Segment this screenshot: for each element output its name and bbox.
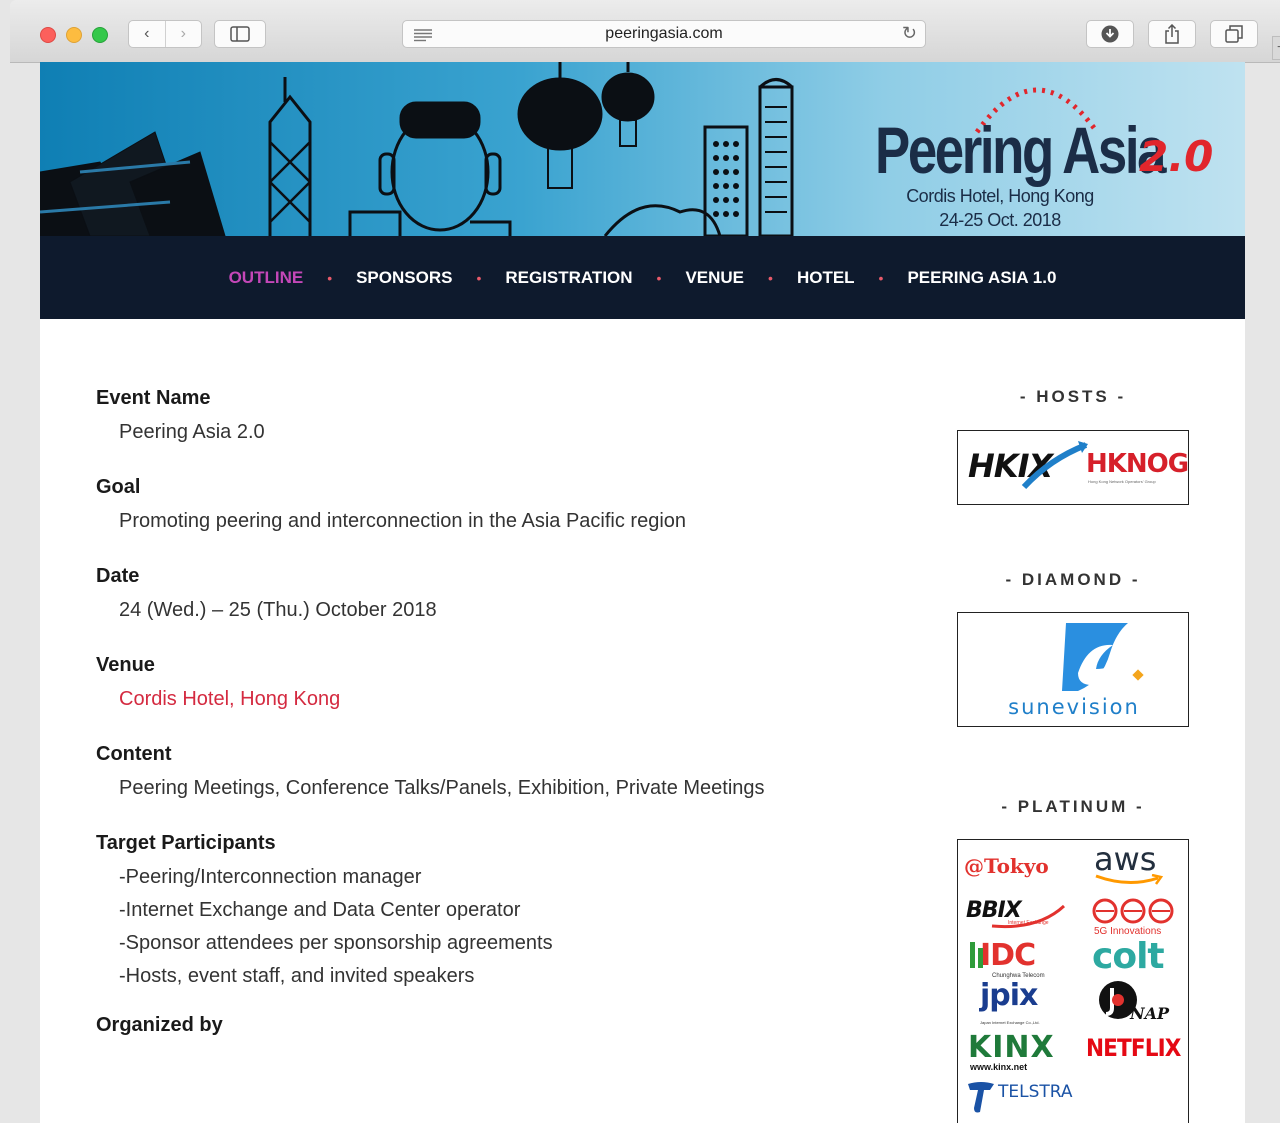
- hkix-swoosh-icon: [1021, 441, 1088, 490]
- address-bar[interactable]: peeringasia.com ↻: [402, 20, 926, 48]
- idc-bars-icon: [970, 942, 983, 968]
- nav-venue[interactable]: VENUE: [685, 268, 744, 288]
- sidebar-toggle-button[interactable]: [214, 20, 266, 48]
- tabs-icon: [1225, 25, 1243, 43]
- sponsor-logo-jpnap[interactable]: NAP: [1130, 1004, 1169, 1023]
- field-label: Goal: [96, 476, 141, 498]
- diamond-logo-box[interactable]: sunevision: [957, 612, 1189, 727]
- aws-smile-icon: [1095, 874, 1164, 885]
- event-name-field: Event Name Peering Asia 2.0: [96, 387, 896, 444]
- nav-outline[interactable]: OUTLINE: [229, 268, 304, 288]
- sponsor-sidebar: - HOSTS - HKIX HKNOG Hong Kong Network O…: [957, 387, 1189, 1123]
- download-icon: [1101, 25, 1119, 43]
- bbix-subtitle: Internet Exchange: [1008, 920, 1049, 926]
- field-label: Venue: [96, 654, 155, 676]
- forward-button[interactable]: ›: [164, 21, 202, 47]
- list-item: -Peering/Interconnection manager: [119, 866, 422, 888]
- 5g-innovations-mark-icon: [1092, 898, 1174, 924]
- hknog-subtitle: Hong Kong Network Operators' Group: [1088, 479, 1156, 484]
- goal-field: Goal Promoting peering and interconnecti…: [96, 476, 896, 533]
- field-value: 24 (Wed.) – 25 (Thu.) October 2018: [119, 599, 437, 621]
- outline-section: Event Name Peering Asia 2.0 Goal Promoti…: [96, 387, 896, 1069]
- kinx-subtitle: www.kinx.net: [970, 1062, 1028, 1072]
- field-value: Peering Meetings, Conference Talks/Panel…: [119, 777, 765, 799]
- field-label: Event Name: [96, 387, 211, 409]
- event-banner: Peering Asia 2.0 Cordis Hotel, Hong Kong…: [40, 62, 1245, 236]
- nav-peering-asia-1[interactable]: PEERING ASIA 1.0: [907, 268, 1056, 288]
- platinum-title: - PLATINUM -: [1001, 797, 1145, 816]
- nav-separator: •: [878, 269, 884, 286]
- platinum-logo-box[interactable]: @Tokyo aws BBIX Internet Exchange 5G Inn…: [957, 839, 1189, 1123]
- nav-separator: •: [656, 269, 662, 286]
- sunevision-logo: sunevision: [1008, 695, 1140, 719]
- tab-overview-button[interactable]: [1210, 20, 1258, 48]
- field-label: Organized by: [96, 1014, 223, 1036]
- nav-separator: •: [327, 269, 333, 286]
- sponsor-logo-attokyo[interactable]: @Tokyo: [964, 854, 1049, 878]
- field-value: Peering Asia 2.0: [119, 421, 265, 443]
- hknog-logo: HKNOG: [1086, 449, 1189, 479]
- chevron-left-icon: ‹: [144, 25, 150, 42]
- web-page: Peering Asia 2.0 Cordis Hotel, Hong Kong…: [40, 62, 1245, 1123]
- hong-kong-skyline-illustration: [40, 62, 794, 236]
- main-nav: OUTLINE • SPONSORS • REGISTRATION • VENU…: [40, 236, 1245, 319]
- share-button[interactable]: [1148, 20, 1196, 48]
- share-icon: [1165, 24, 1179, 44]
- venue-link[interactable]: Cordis Hotel, Hong Kong: [96, 687, 896, 711]
- participants-list: -Peering/Interconnection manager -Intern…: [96, 865, 896, 988]
- banner-date: 24-25 Oct. 2018: [939, 210, 1061, 230]
- new-tab-button[interactable]: +: [1272, 36, 1280, 60]
- sponsor-logo-idc[interactable]: IDC: [980, 938, 1036, 973]
- field-label: Content: [96, 743, 172, 765]
- hosts-title: - HOSTS -: [1019, 387, 1127, 406]
- sponsor-logo-netflix[interactable]: NETFLIX: [1086, 1034, 1181, 1062]
- browser-toolbar: ‹ › peeringasia.com ↻ +: [10, 0, 1280, 63]
- back-button[interactable]: ‹: [129, 21, 165, 47]
- close-window-button[interactable]: [40, 27, 56, 43]
- list-item: -Internet Exchange and Data Center opera…: [119, 899, 521, 921]
- banner-title: Peering Asia: [875, 113, 1167, 187]
- banner-version: 2.0: [1139, 132, 1214, 181]
- content-field: Content Peering Meetings, Conference Tal…: [96, 743, 896, 800]
- participants-field: Target Participants -Peering/Interconnec…: [96, 832, 896, 988]
- url-text: peeringasia.com: [605, 25, 723, 42]
- telstra-t-icon: [968, 1082, 994, 1113]
- zoom-window-button[interactable]: [92, 27, 108, 43]
- jpix-subtitle: Japan Internet Exchange Co.,Ltd.: [980, 1020, 1040, 1025]
- sponsor-logo-telstra[interactable]: TELSTRA: [998, 1082, 1073, 1102]
- organized-field: Organized by: [96, 1014, 896, 1037]
- date-field: Date 24 (Wed.) – 25 (Thu.) October 2018: [96, 565, 896, 622]
- reader-mode-icon[interactable]: [413, 28, 433, 42]
- venue-field: Venue Cordis Hotel, Hong Kong: [96, 654, 896, 711]
- sponsor-logo-jpix[interactable]: jpix: [980, 978, 1038, 1013]
- diamond-title: - DIAMOND -: [1005, 570, 1141, 589]
- minimize-window-button[interactable]: [66, 27, 82, 43]
- sidebar-icon: [230, 26, 250, 42]
- nav-separator: •: [476, 269, 482, 286]
- hosts-logo-box[interactable]: HKIX HKNOG Hong Kong Network Operators' …: [957, 430, 1189, 505]
- nav-separator: •: [768, 269, 773, 286]
- chevron-right-icon: ›: [180, 25, 186, 42]
- sunevision-mark-icon: [1062, 623, 1144, 691]
- nav-hotel[interactable]: HOTEL: [797, 268, 855, 288]
- reload-icon[interactable]: ↻: [902, 23, 917, 44]
- field-value: Promoting peering and interconnection in…: [119, 510, 687, 532]
- list-item: -Hosts, event staff, and invited speaker…: [119, 965, 475, 987]
- banner-venue: Cordis Hotel, Hong Kong: [906, 186, 1094, 206]
- field-label: Target Participants: [96, 832, 276, 854]
- nav-registration[interactable]: REGISTRATION: [505, 268, 632, 288]
- nav-sponsors[interactable]: SPONSORS: [356, 268, 452, 288]
- downloads-button[interactable]: [1086, 20, 1134, 48]
- field-label: Date: [96, 565, 140, 587]
- sponsor-logo-colt[interactable]: colt: [1092, 936, 1165, 977]
- list-item: -Sponsor attendees per sponsorship agree…: [119, 932, 553, 954]
- sponsor-logo-aws[interactable]: aws: [1094, 840, 1156, 878]
- history-nav: ‹ ›: [128, 20, 202, 48]
- sponsor-logo-kinx[interactable]: KINX: [968, 1030, 1055, 1065]
